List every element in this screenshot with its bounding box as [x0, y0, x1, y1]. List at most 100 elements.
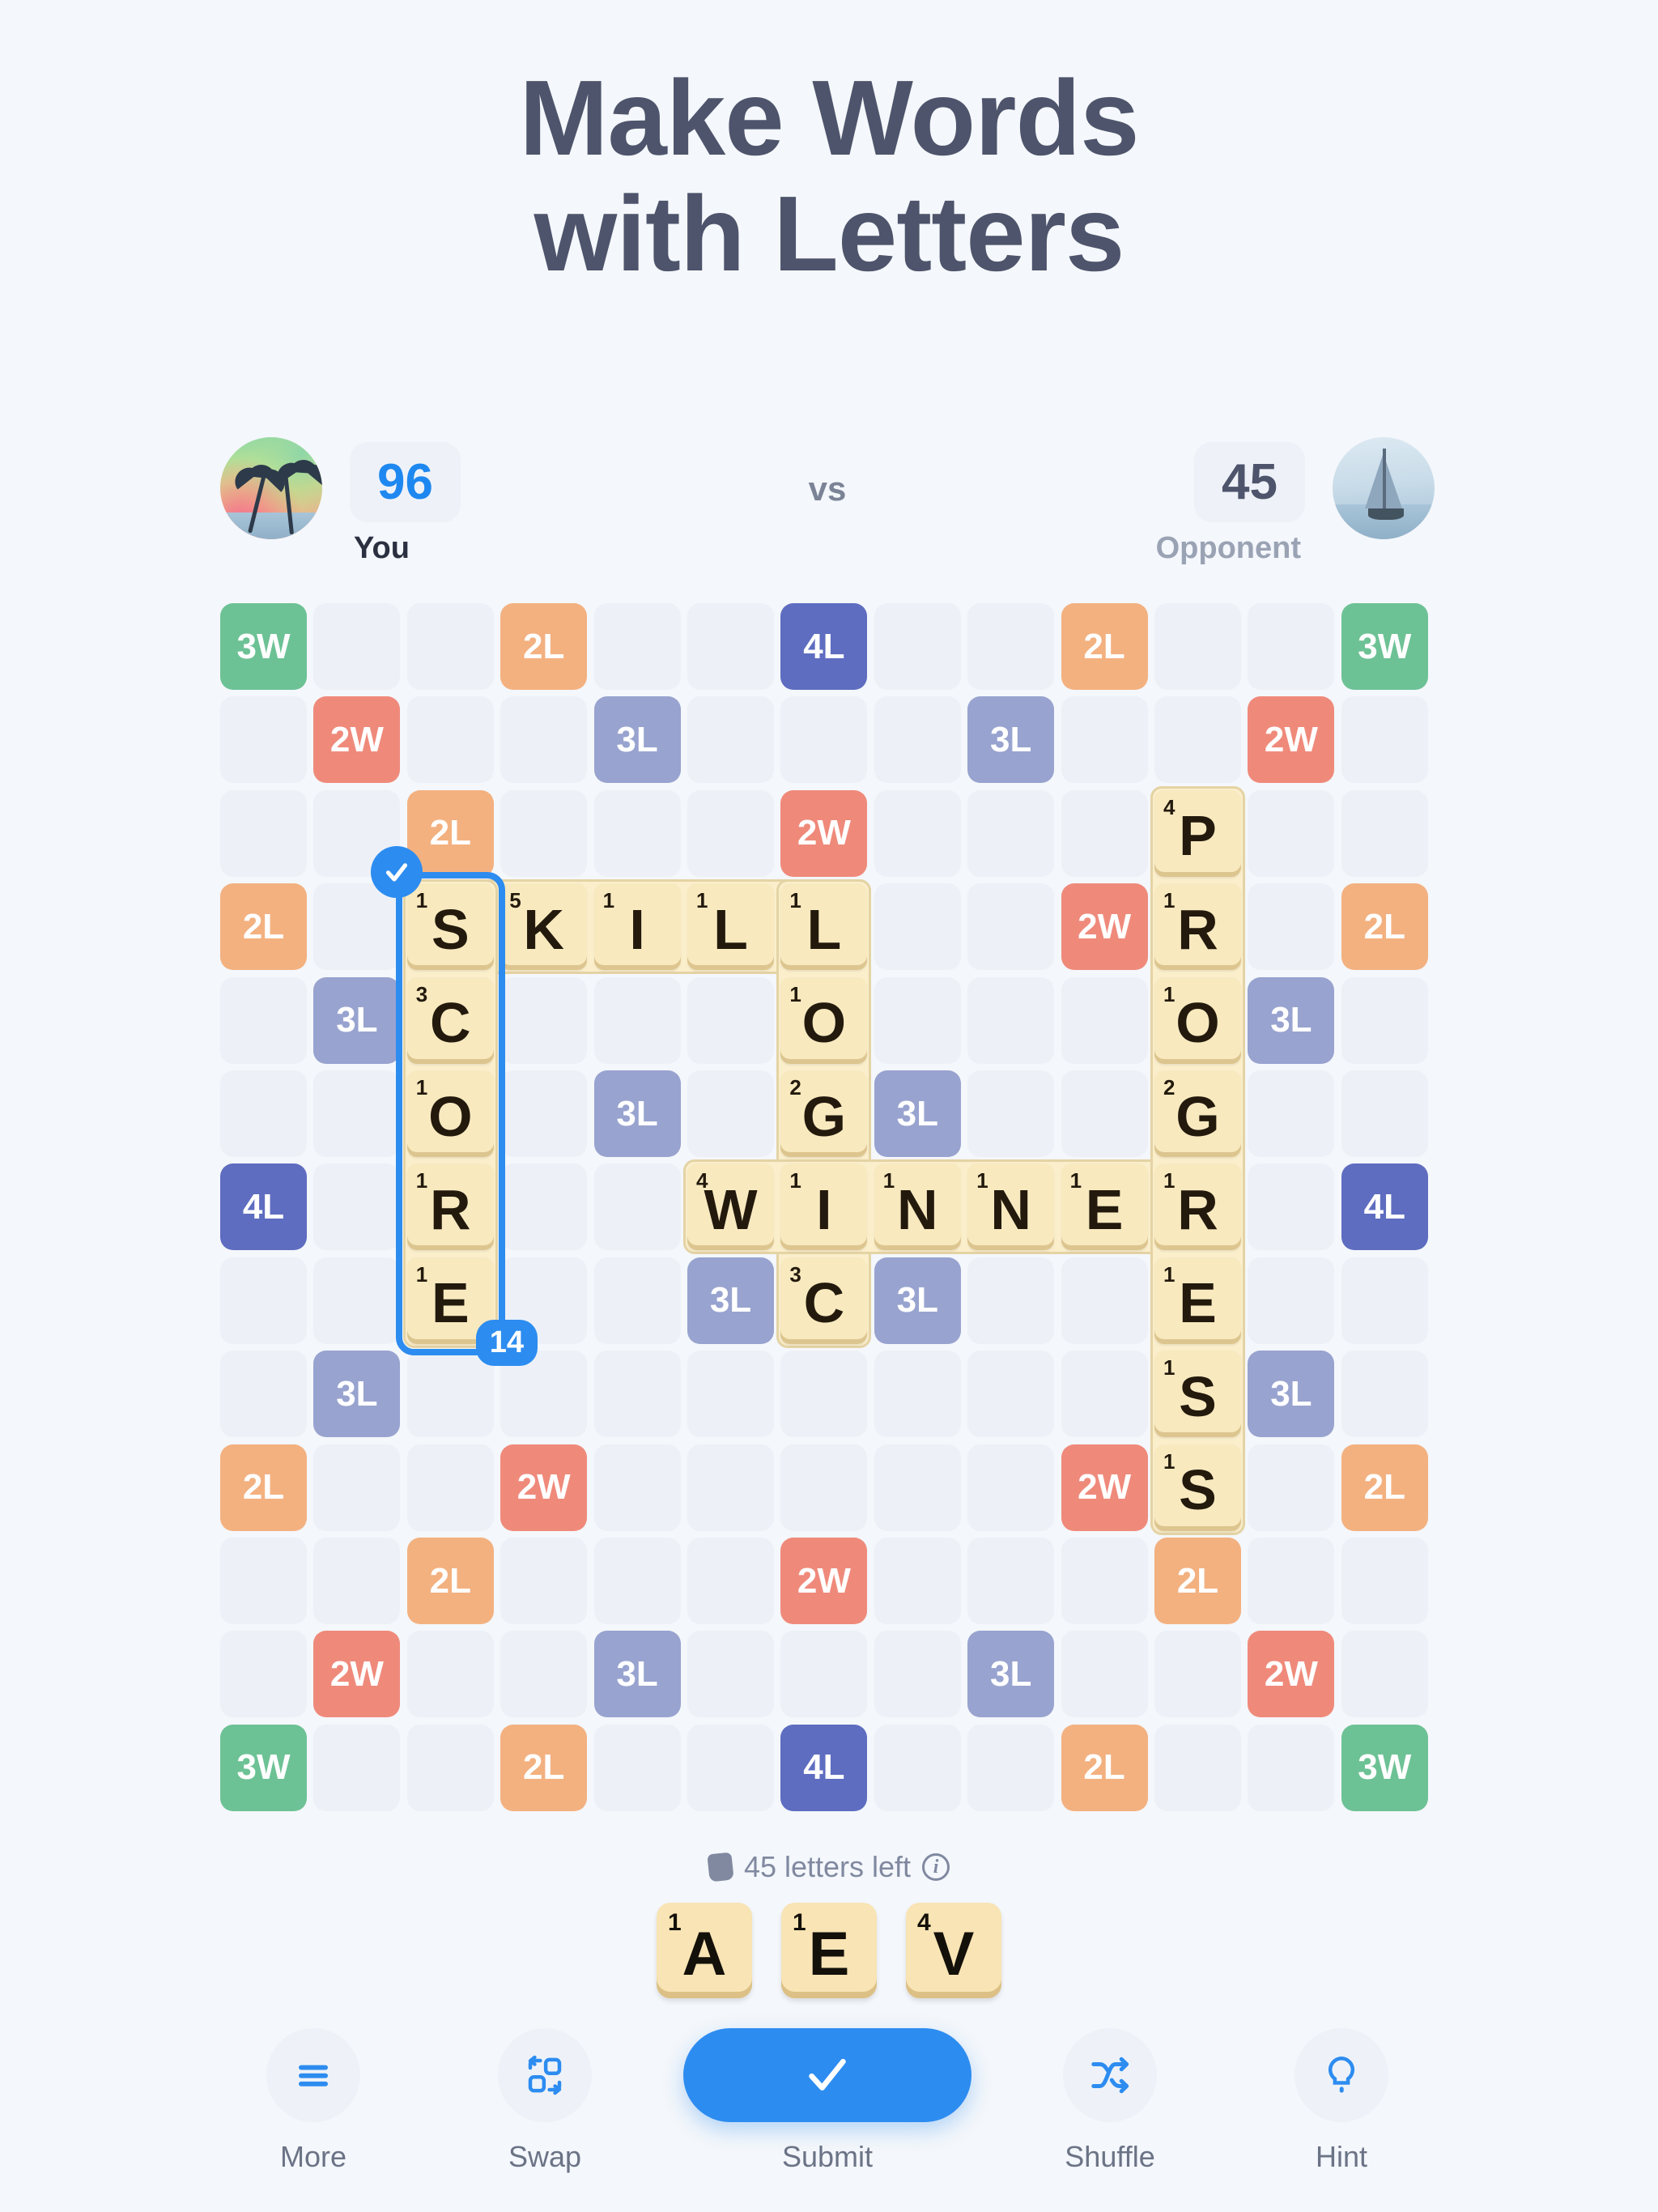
board-cell[interactable] [687, 1724, 774, 1811]
board-cell-bonus-2w[interactable]: 2W [780, 789, 868, 877]
board-cell[interactable] [687, 1070, 774, 1157]
board-cell[interactable] [1154, 696, 1241, 784]
board-cell[interactable] [220, 1257, 307, 1344]
board-tile[interactable]: 1E [1061, 1163, 1148, 1251]
board-tile[interactable]: 1R [1154, 1163, 1241, 1251]
board-cell[interactable] [220, 1070, 307, 1157]
board-cell-bonus-2w[interactable]: 2W [1061, 883, 1148, 971]
board-cell[interactable] [687, 1631, 774, 1718]
board-cell-bonus-2l[interactable]: 2L [406, 1538, 494, 1624]
board-cell[interactable] [967, 1257, 1055, 1344]
board-cell-bonus-3w[interactable]: 3W [220, 603, 307, 690]
board-cell[interactable] [593, 1538, 681, 1624]
board-cell-bonus-4l[interactable]: 4L [780, 603, 868, 690]
board-cell[interactable] [220, 1631, 307, 1718]
board-cell[interactable] [967, 976, 1055, 1064]
board-cell[interactable] [874, 883, 961, 971]
board-cell[interactable] [1061, 1070, 1148, 1157]
board-cell[interactable] [874, 1724, 961, 1811]
rack-tile[interactable]: 4V [906, 1903, 1001, 1998]
board-cell[interactable] [780, 1444, 868, 1531]
board-tile[interactable]: 1S [1154, 1444, 1241, 1531]
board-cell-bonus-2l[interactable]: 2L [220, 1444, 307, 1531]
board-tile[interactable]: 1N [874, 1163, 961, 1251]
board-cell[interactable] [967, 1538, 1055, 1624]
board-cell[interactable] [313, 1070, 401, 1157]
board-cell[interactable] [687, 789, 774, 877]
board-cell[interactable] [687, 1444, 774, 1531]
board-cell-bonus-2l[interactable]: 2L [1154, 1538, 1241, 1624]
board-cell-bonus-2w[interactable]: 2W [1248, 1631, 1335, 1718]
board-cell[interactable] [1248, 1444, 1335, 1531]
board-cell-bonus-3w[interactable]: 3W [1341, 603, 1428, 690]
board-cell-bonus-3l[interactable]: 3L [687, 1257, 774, 1344]
board-cell-bonus-2l[interactable]: 2L [1061, 1724, 1148, 1811]
board-cell[interactable] [1248, 1070, 1335, 1157]
board-cell-bonus-3l[interactable]: 3L [593, 696, 681, 784]
board-tile[interactable]: 1R [406, 1163, 494, 1251]
board-cell[interactable] [1248, 603, 1335, 690]
board-tile[interactable]: 2G [1154, 1070, 1241, 1157]
board-cell[interactable] [406, 696, 494, 784]
board-cell[interactable] [406, 1724, 494, 1811]
board-cell[interactable] [1248, 1257, 1335, 1344]
board-tile[interactable]: 1S [406, 883, 494, 971]
board-cell[interactable] [500, 1163, 588, 1251]
board-cell-bonus-2l[interactable]: 2L [1061, 603, 1148, 690]
board-cell[interactable] [220, 696, 307, 784]
board-tile[interactable]: 2G [780, 1070, 868, 1157]
board-tile[interactable]: 1I [780, 1163, 868, 1251]
board-cell-bonus-2l[interactable]: 2L [1341, 883, 1428, 971]
board-cell[interactable] [406, 1444, 494, 1531]
board-cell[interactable] [406, 603, 494, 690]
board-cell-bonus-2l[interactable]: 2L [500, 1724, 588, 1811]
rack-tile[interactable]: 1A [657, 1903, 752, 1998]
board-cell[interactable] [687, 976, 774, 1064]
board-tile[interactable]: 1O [780, 976, 868, 1064]
board-cell-bonus-3l[interactable]: 3L [967, 696, 1055, 784]
board-cell-bonus-3l[interactable]: 3L [593, 1631, 681, 1718]
board-cell[interactable] [406, 1351, 494, 1438]
board-cell-bonus-3l[interactable]: 3L [874, 1070, 961, 1157]
board-cell[interactable] [874, 1351, 961, 1438]
board-cell[interactable] [313, 1163, 401, 1251]
board-cell[interactable] [1248, 789, 1335, 877]
board-tile[interactable]: 1O [1154, 976, 1241, 1064]
board-cell[interactable] [1248, 1538, 1335, 1624]
board-cell[interactable] [1248, 1724, 1335, 1811]
board-cell-bonus-3l[interactable]: 3L [967, 1631, 1055, 1718]
board-cell[interactable] [220, 1538, 307, 1624]
board-cell[interactable] [1061, 976, 1148, 1064]
board-cell[interactable] [1154, 1631, 1241, 1718]
board-tile[interactable]: 4W [687, 1163, 774, 1251]
swap-button[interactable]: Swap [452, 2028, 638, 2174]
board-cell[interactable] [874, 976, 961, 1064]
board-cell[interactable] [313, 1724, 401, 1811]
avatar-opponent[interactable] [1333, 437, 1435, 539]
board-cell[interactable] [500, 976, 588, 1064]
board-cell[interactable] [780, 696, 868, 784]
word-valid-checkmark-icon[interactable] [370, 846, 423, 899]
board-cell[interactable] [1341, 1070, 1428, 1157]
game-board[interactable]: 3W 2L 4L 2L 3W 2W 3L 3L 2W 2L 2W 2L 2W 2L 3L 3L 3L 3L 4L 4L… [220, 603, 1435, 1818]
more-button[interactable]: More [220, 2028, 406, 2174]
board-cell-bonus-3l[interactable]: 3L [1248, 976, 1335, 1064]
board-cell[interactable] [687, 1351, 774, 1438]
board-tile[interactable]: 1I [593, 883, 681, 971]
board-cell-bonus-3w[interactable]: 3W [1341, 1724, 1428, 1811]
board-cell[interactable] [1341, 696, 1428, 784]
board-cell[interactable] [500, 1070, 588, 1157]
board-cell[interactable] [687, 696, 774, 784]
board-cell[interactable] [1061, 1538, 1148, 1624]
board-cell[interactable] [1341, 1351, 1428, 1438]
board-cell-bonus-2w[interactable]: 2W [1248, 696, 1335, 784]
board-cell[interactable] [593, 1351, 681, 1438]
board-cell[interactable] [687, 1538, 774, 1624]
board-tile[interactable]: 1L [687, 883, 774, 971]
board-cell[interactable] [874, 696, 961, 784]
board-cell[interactable] [1154, 603, 1241, 690]
board-tile[interactable]: 1E [1154, 1257, 1241, 1344]
board-cell-bonus-2w[interactable]: 2W [313, 1631, 401, 1718]
board-tile[interactable]: 1S [1154, 1351, 1241, 1438]
board-tile[interactable]: 1R [1154, 883, 1241, 971]
